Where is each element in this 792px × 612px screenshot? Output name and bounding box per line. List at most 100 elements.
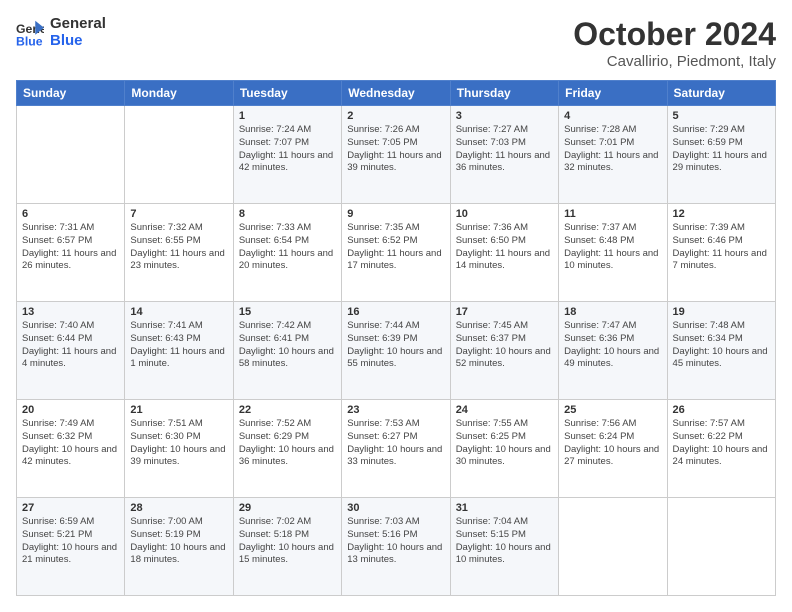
calendar-cell-3-4: 24 Sunrise: 7:55 AMSunset: 6:25 PMDayligh… [450,400,558,498]
calendar-cell-0-3: 2 Sunrise: 7:26 AMSunset: 7:05 PMDaylight… [342,106,450,204]
day-number: 17 [456,306,553,318]
cell-info: Sunrise: 7:51 AMSunset: 6:30 PMDaylight:… [130,418,227,469]
calendar-cell-0-5: 4Sunrise: 7:28 AMSunset: 7:01 PMDaylight… [559,106,667,204]
calendar-cell-1-6: 12Sunrise: 7:39 AMSunset: 6:46 PMDayligh… [667,204,775,302]
header-wednesday: Wednesday [342,81,450,106]
header-monday: Monday [125,81,233,106]
location: Cavallirio, Piedmont, Italy [573,53,776,70]
weekday-header-row: Sunday Monday Tuesday Wednesday Thursday… [17,81,776,106]
calendar-cell-2-1: 14 Sunrise: 7:41 AMSunset: 6:43 PMDayligh… [125,302,233,400]
week-row-3: 13Sunrise: 7:40 AMSunset: 6:44 PMDayligh… [17,302,776,400]
cell-info: Sunrise: 7:00 AMSunset: 5:19 PMDaylight:… [130,516,227,567]
day-number: 20 [22,404,119,416]
cell-info: Sunrise: 7:42 AMSunset: 6:41 PMDaylight:… [239,320,336,371]
calendar-cell-4-4: 31Sunrise: 7:04 AMSunset: 5:15 PMDayligh… [450,498,558,596]
day-number: 9 [347,208,444,220]
cell-info: Sunrise: 7:37 AMSunset: 6:48 PMDaylight:… [564,222,661,273]
day-number: 2 [347,110,444,122]
cell-info: Sunrise: 7:35 AMSunset: 6:52 PMDaylight:… [347,222,444,273]
calendar-cell-2-4: 17 Sunrise: 7:45 AMSunset: 6:37 PMDayligh… [450,302,558,400]
title-area: October 2024 Cavallirio, Piedmont, Italy [573,16,776,70]
calendar-cell-0-4: 3 Sunrise: 7:27 AMSunset: 7:03 PMDaylight… [450,106,558,204]
day-number: 5 [673,110,770,122]
day-number: 19 [673,306,770,318]
calendar-cell-3-1: 21 Sunrise: 7:51 AMSunset: 6:30 PMDayligh… [125,400,233,498]
day-number: 23 [347,404,444,416]
calendar-cell-3-5: 25 Sunrise: 7:56 AMSunset: 6:24 PMDayligh… [559,400,667,498]
calendar-cell-0-2: 1Sunrise: 7:24 AMSunset: 7:07 PMDaylight… [233,106,341,204]
cell-info: Sunrise: 7:39 AMSunset: 6:46 PMDaylight:… [673,222,770,273]
calendar-cell-2-6: 19Sunrise: 7:48 AMSunset: 6:34 PMDayligh… [667,302,775,400]
day-number: 27 [22,502,119,514]
calendar-cell-4-1: 28 Sunrise: 7:00 AMSunset: 5:19 PMDayligh… [125,498,233,596]
header-saturday: Saturday [667,81,775,106]
calendar-cell-2-0: 13Sunrise: 7:40 AMSunset: 6:44 PMDayligh… [17,302,125,400]
cell-info: Sunrise: 7:02 AMSunset: 5:18 PMDaylight:… [239,516,336,567]
day-number: 13 [22,306,119,318]
cell-info: Sunrise: 7:52 AMSunset: 6:29 PMDaylight:… [239,418,336,469]
cell-info: Sunrise: 7:45 AMSunset: 6:37 PMDaylight:… [456,320,553,371]
calendar-page: General Blue General Blue October 2024 C… [0,0,792,612]
cell-info: Sunrise: 7:32 AMSunset: 6:55 PMDaylight:… [130,222,227,273]
day-number: 22 [239,404,336,416]
day-number: 28 [130,502,227,514]
calendar-cell-3-3: 23 Sunrise: 7:53 AMSunset: 6:27 PMDayligh… [342,400,450,498]
day-number: 25 [564,404,661,416]
cell-info: Sunrise: 7:56 AMSunset: 6:24 PMDaylight:… [564,418,661,469]
calendar-cell-1-5: 11Sunrise: 7:37 AMSunset: 6:48 PMDayligh… [559,204,667,302]
calendar-table: Sunday Monday Tuesday Wednesday Thursday… [16,80,776,596]
day-number: 14 [130,306,227,318]
cell-info: Sunrise: 7:44 AMSunset: 6:39 PMDaylight:… [347,320,444,371]
calendar-cell-3-0: 20 Sunrise: 7:49 AMSunset: 6:32 PMDayligh… [17,400,125,498]
day-number: 30 [347,502,444,514]
logo: General Blue General Blue [16,16,106,49]
day-number: 26 [673,404,770,416]
calendar-cell-1-3: 9 Sunrise: 7:35 AMSunset: 6:52 PMDaylight… [342,204,450,302]
cell-info: Sunrise: 7:55 AMSunset: 6:25 PMDaylight:… [456,418,553,469]
day-number: 4 [564,110,661,122]
cell-info: Sunrise: 7:49 AMSunset: 6:32 PMDaylight:… [22,418,119,469]
calendar-cell-4-5 [559,498,667,596]
calendar-cell-2-2: 15 Sunrise: 7:42 AMSunset: 6:41 PMDayligh… [233,302,341,400]
calendar-cell-4-2: 29 Sunrise: 7:02 AMSunset: 5:18 PMDayligh… [233,498,341,596]
cell-info: Sunrise: 7:29 AMSunset: 6:59 PMDaylight:… [673,124,770,175]
day-number: 24 [456,404,553,416]
day-number: 15 [239,306,336,318]
header-sunday: Sunday [17,81,125,106]
cell-info: Sunrise: 7:53 AMSunset: 6:27 PMDaylight:… [347,418,444,469]
week-row-4: 20 Sunrise: 7:49 AMSunset: 6:32 PMDayligh… [17,400,776,498]
day-number: 6 [22,208,119,220]
logo-blue-text: Blue [50,33,106,50]
cell-info: Sunrise: 7:24 AMSunset: 7:07 PMDaylight:… [239,124,336,175]
day-number: 16 [347,306,444,318]
day-number: 18 [564,306,661,318]
calendar-cell-3-2: 22 Sunrise: 7:52 AMSunset: 6:29 PMDayligh… [233,400,341,498]
cell-info: Sunrise: 7:26 AMSunset: 7:05 PMDaylight:… [347,124,444,175]
cell-info: Sunrise: 6:59 AMSunset: 5:21 PMDaylight:… [22,516,119,567]
calendar-cell-4-0: 27 Sunrise: 6:59 AMSunset: 5:21 PMDayligh… [17,498,125,596]
cell-info: Sunrise: 7:03 AMSunset: 5:16 PMDaylight:… [347,516,444,567]
day-number: 7 [130,208,227,220]
header: General Blue General Blue October 2024 C… [16,16,776,70]
day-number: 31 [456,502,553,514]
calendar-cell-1-0: 6Sunrise: 7:31 AMSunset: 6:57 PMDaylight… [17,204,125,302]
week-row-2: 6Sunrise: 7:31 AMSunset: 6:57 PMDaylight… [17,204,776,302]
cell-info: Sunrise: 7:41 AMSunset: 6:43 PMDaylight:… [130,320,227,371]
day-number: 29 [239,502,336,514]
cell-info: Sunrise: 7:27 AMSunset: 7:03 PMDaylight:… [456,124,553,175]
logo-general-text: General [50,16,106,33]
week-row-1: 1Sunrise: 7:24 AMSunset: 7:07 PMDaylight… [17,106,776,204]
cell-info: Sunrise: 7:57 AMSunset: 6:22 PMDaylight:… [673,418,770,469]
header-friday: Friday [559,81,667,106]
month-title: October 2024 [573,16,776,53]
calendar-cell-0-1 [125,106,233,204]
calendar-cell-1-2: 8Sunrise: 7:33 AMSunset: 6:54 PMDaylight… [233,204,341,302]
logo-icon: General Blue [16,19,44,47]
calendar-cell-1-4: 10 Sunrise: 7:36 AMSunset: 6:50 PMDayligh… [450,204,558,302]
day-number: 3 [456,110,553,122]
cell-info: Sunrise: 7:36 AMSunset: 6:50 PMDaylight:… [456,222,553,273]
day-number: 21 [130,404,227,416]
header-tuesday: Tuesday [233,81,341,106]
calendar-cell-4-6 [667,498,775,596]
day-number: 10 [456,208,553,220]
